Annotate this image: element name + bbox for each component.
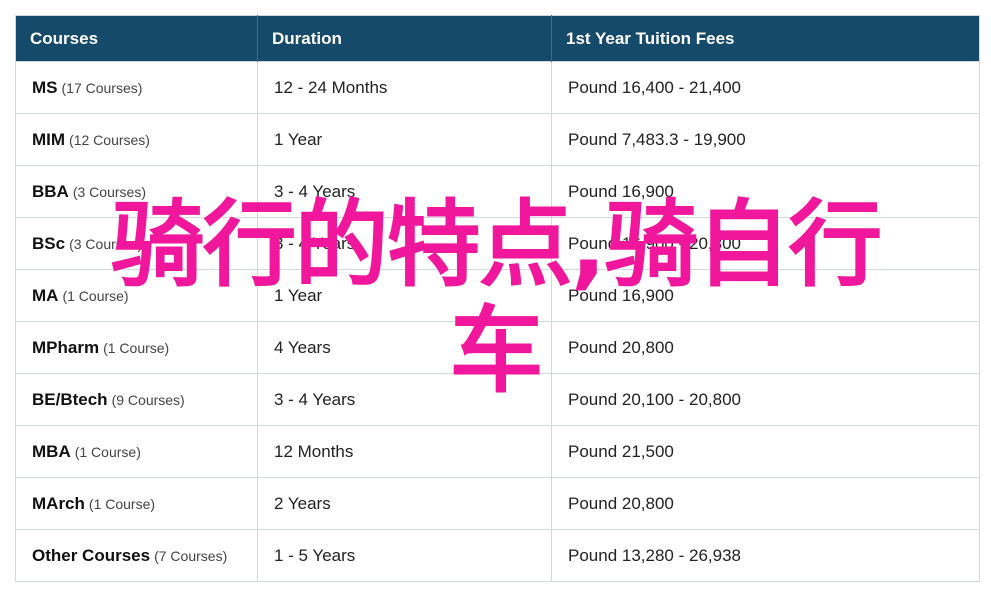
- duration-cell: 1 Year: [257, 113, 552, 166]
- duration-cell: 3 - 4 Years: [257, 165, 552, 218]
- course-cell: BSc (3 Courses): [15, 217, 258, 270]
- course-count: (3 Courses): [72, 183, 146, 200]
- course-name: MArch: [32, 493, 85, 513]
- fee-cell: Pound 21,500: [551, 425, 980, 478]
- table-header: Courses Duration 1st Year Tuition Fees: [15, 15, 980, 62]
- fee-cell: Pound 16,900: [551, 165, 980, 218]
- course-name: Other Courses: [32, 545, 151, 565]
- duration-cell: 12 Months: [257, 425, 552, 478]
- fee-cell: Pound 7,483.3 - 19,900: [551, 113, 980, 166]
- course-count: (9 Courses): [111, 391, 185, 408]
- table-row: MS (17 Courses) 12 - 24 Months Pound 16,4…: [15, 61, 980, 114]
- fee-cell: Pound 16,400 - 21,400: [551, 61, 980, 114]
- duration-cell: 1 Year: [257, 269, 552, 322]
- course-name: BBA: [32, 181, 69, 201]
- table-row: BSc (3 Courses) 3 - 4 Years Pound 16,900 …: [15, 217, 980, 270]
- duration-cell: 3 - 4 Years: [257, 373, 552, 426]
- course-count: (7 Courses): [154, 547, 228, 564]
- course-cell: MArch (1 Course): [15, 477, 258, 530]
- course-cell: BE/Btech (9 Courses): [15, 373, 258, 426]
- course-count: (1 Course): [88, 495, 156, 512]
- duration-cell: 3 - 4 Years: [257, 217, 552, 270]
- fee-cell: Pound 16,900: [551, 269, 980, 322]
- table-row: MIM (12 Courses) 1 Year Pound 7,483.3 - 1…: [15, 113, 980, 166]
- course-count: (1 Course): [74, 443, 141, 460]
- duration-cell: 1 - 5 Years: [257, 529, 552, 582]
- fee-cell: Pound 13,280 - 26,938: [551, 529, 980, 582]
- course-count: (17 Courses): [61, 79, 143, 96]
- course-cell: MS (17 Courses): [15, 61, 258, 114]
- course-count: (1 Course): [62, 287, 129, 304]
- course-name: MS: [32, 77, 58, 97]
- column-header-courses: Courses: [15, 15, 258, 62]
- course-cell: Other Courses (7 Courses): [15, 529, 258, 582]
- course-name: MBA: [32, 441, 71, 461]
- column-header-fees: 1st Year Tuition Fees: [551, 15, 980, 62]
- table-row: MBA (1 Course) 12 Months Pound 21,500: [15, 425, 980, 478]
- course-name: MPharm: [32, 337, 100, 357]
- course-name: MA: [32, 285, 59, 305]
- table-row: MArch (1 Course) 2 Years Pound 20,800: [15, 477, 980, 530]
- table-row: BE/Btech (9 Courses) 3 - 4 Years Pound 20…: [15, 373, 980, 426]
- duration-cell: 4 Years: [257, 321, 552, 374]
- course-cell: MIM (12 Courses): [15, 113, 258, 166]
- course-name: BSc: [32, 233, 66, 253]
- duration-cell: 2 Years: [257, 477, 552, 530]
- course-fees-table: Courses Duration 1st Year Tuition Fees M…: [15, 15, 980, 582]
- duration-cell: 12 - 24 Months: [257, 61, 552, 114]
- course-count: (12 Courses): [69, 131, 150, 148]
- fee-cell: Pound 20,800: [551, 477, 980, 530]
- course-count: (3 Courses): [69, 235, 143, 252]
- fee-cell: Pound 20,800: [551, 321, 980, 374]
- table-row: MA (1 Course) 1 Year Pound 16,900: [15, 269, 980, 322]
- fee-cell: Pound 16,900 - 20,800: [551, 217, 980, 270]
- course-name: BE/Btech: [32, 389, 108, 409]
- table-row: Other Courses (7 Courses) 1 - 5 Years Pou…: [15, 529, 980, 582]
- course-cell: MBA (1 Course): [15, 425, 258, 478]
- course-count: (1 Course): [103, 339, 170, 356]
- table-row: BBA (3 Courses) 3 - 4 Years Pound 16,900: [15, 165, 980, 218]
- table-row: MPharm (1 Course) 4 Years Pound 20,800: [15, 321, 980, 374]
- fee-cell: Pound 20,100 - 20,800: [551, 373, 980, 426]
- course-cell: MA (1 Course): [15, 269, 258, 322]
- page: Courses Duration 1st Year Tuition Fees M…: [0, 0, 991, 597]
- column-header-duration: Duration: [257, 15, 552, 62]
- course-cell: MPharm (1 Course): [15, 321, 258, 374]
- course-cell: BBA (3 Courses): [15, 165, 258, 218]
- table-body: MS (17 Courses) 12 - 24 Months Pound 16,4…: [15, 61, 980, 582]
- header-row: Courses Duration 1st Year Tuition Fees: [15, 15, 980, 62]
- course-name: MIM: [32, 129, 66, 149]
